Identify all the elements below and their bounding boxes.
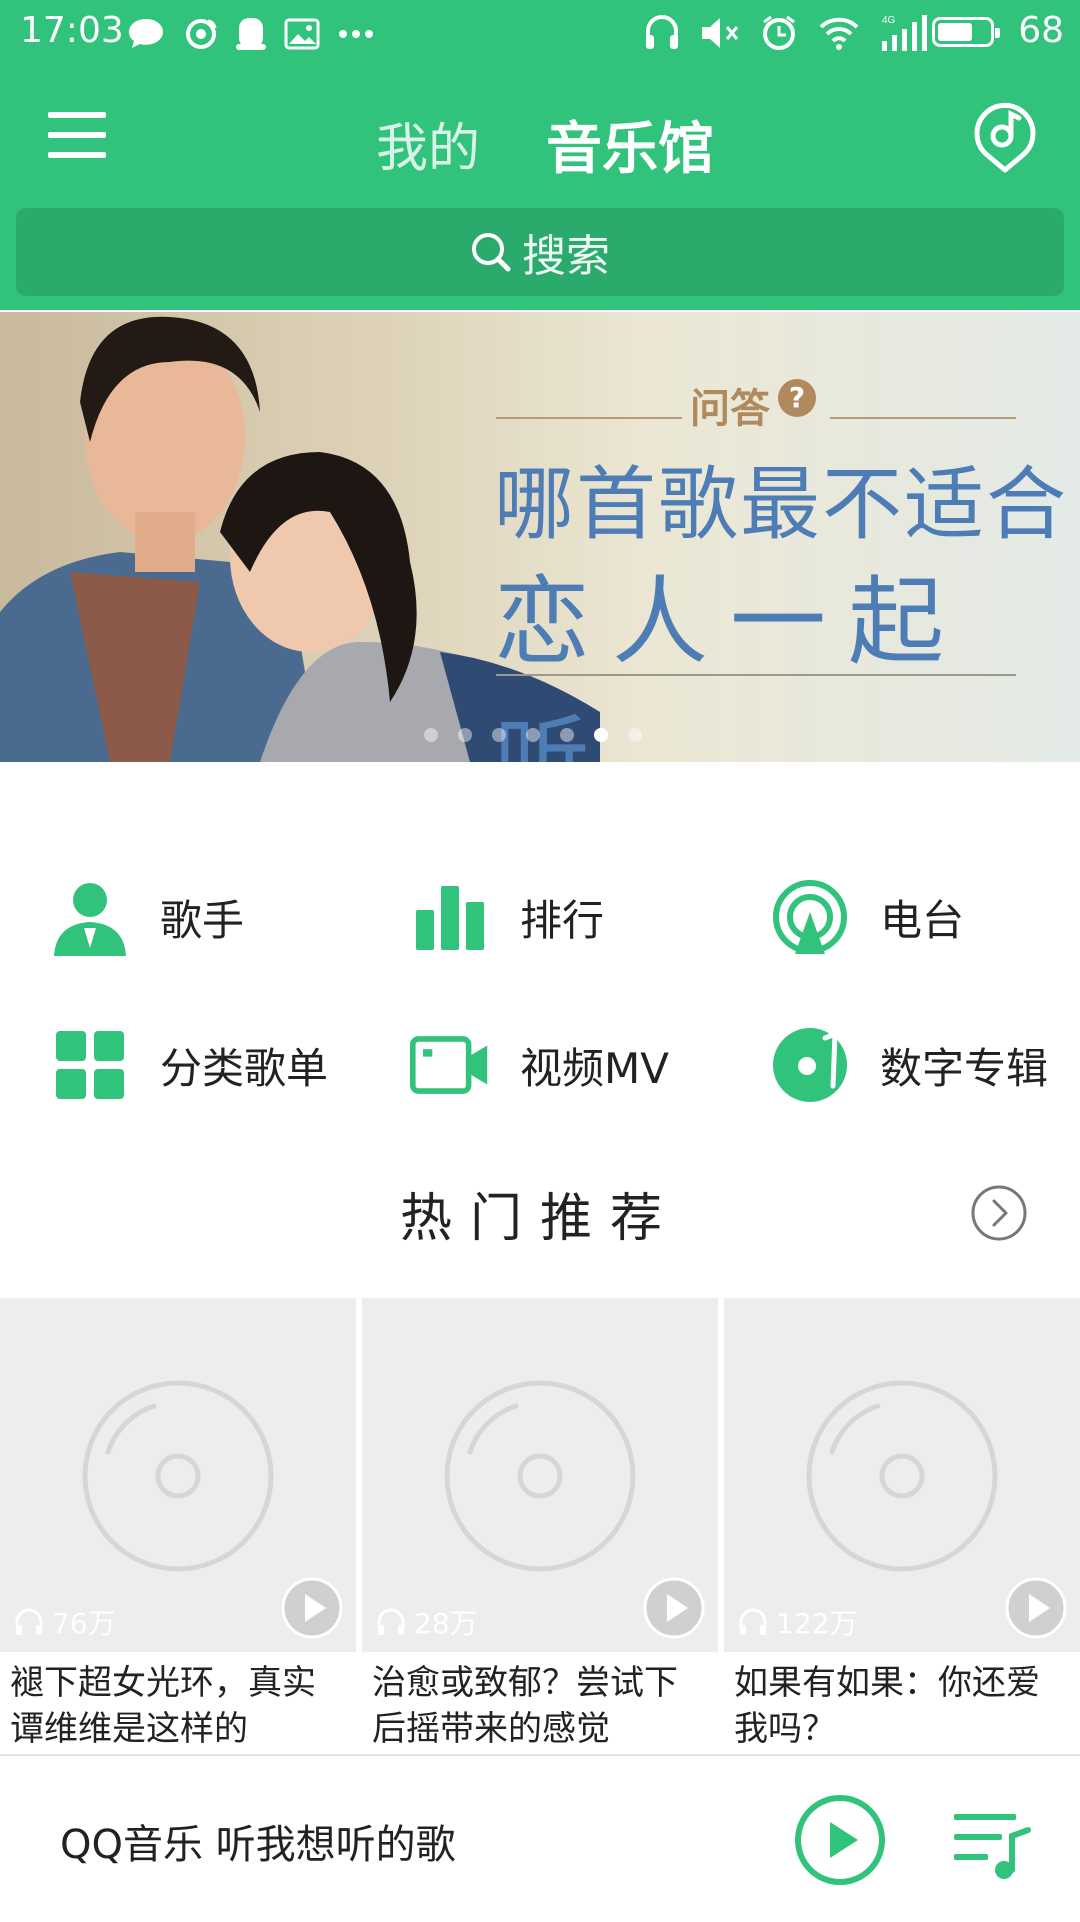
carousel-dot[interactable] [492,728,506,742]
tab-music-hall[interactable]: 音乐馆 [546,104,714,185]
carousel-dot[interactable] [458,728,472,742]
playlist-title: 褪下超女光环，真实谭维维是这样的 [10,1663,316,1749]
player-title: QQ音乐 听我想听的歌 [60,1822,456,1868]
playlist-title: 治愈或致郁？尝试下后摇带来的感觉 [372,1663,678,1749]
status-time: 17:03 [20,10,124,51]
carousel-dot[interactable] [628,728,642,742]
wifi-icon [819,17,859,50]
playlist-card[interactable]: 76万 褪下超女光环，真实谭维维是这样的 [0,1298,356,1752]
question-icon: ? [778,379,816,417]
play-count-text: 28万 [414,1607,478,1640]
category-label: 视频MV [520,1043,669,1093]
battery-icon [932,17,1000,47]
status-bar: 17:03 4G 68 [0,0,1080,66]
disc-placeholder-icon [806,1380,998,1572]
play-icon[interactable] [1004,1576,1068,1640]
category-ranking[interactable]: 排行 [410,872,604,962]
mute-icon [702,18,739,48]
tab-mine[interactable]: 我的 [376,106,480,181]
playlist-title: 如果有如果：你还爱我吗？ [734,1663,1040,1749]
playlist-card[interactable]: 122万 如果有如果：你还爱我吗？ [724,1298,1080,1752]
message-icon [129,19,163,48]
search-placeholder: 搜索 [522,231,610,282]
carousel-dot[interactable] [594,728,608,742]
mini-player[interactable]: QQ音乐 听我想听的歌 [0,1754,1080,1922]
battery-level: 68 [1018,10,1064,51]
search-input[interactable]: 搜索 [16,208,1064,296]
playlist-cover: 28万 [362,1298,718,1652]
play-count-text: 76万 [52,1607,116,1640]
category-digital-album[interactable]: 数字专辑 [770,1020,1048,1110]
search-icon [472,233,511,272]
qq-icon [236,18,266,50]
weibo-icon [186,19,217,49]
ranking-icon [416,886,484,950]
category-label: 分类歌单 [160,1043,329,1093]
category-video-mv[interactable]: 视频MV [410,1020,669,1110]
category-label: 歌手 [160,895,245,945]
music-recognition-icon[interactable] [972,102,1038,174]
play-button-icon[interactable] [794,1794,886,1886]
category-singer[interactable]: 歌手 [50,872,244,962]
app-header: 我的 音乐馆 搜索 [0,66,1080,310]
play-icon[interactable] [280,1576,344,1640]
menu-icon[interactable] [48,110,106,160]
disc-placeholder-icon [82,1380,274,1572]
signal-icon: 4G [882,15,927,51]
category-radio[interactable]: 电台 [770,872,964,962]
playlist-cover: 122万 [724,1298,1080,1652]
headphone-icon [739,1608,767,1635]
category-label: 排行 [520,895,605,945]
play-icon[interactable] [642,1576,706,1640]
category-grid: 歌手 排行 电台 分类歌单 视频MV 数字专辑 [0,762,1080,1122]
qa-divider-right [830,417,1016,419]
status-right-icons: 4G [644,10,930,56]
play-count: 76万 [14,1602,116,1642]
playlist-queue-icon[interactable] [952,1804,1032,1884]
chevron-right-icon[interactable] [970,1184,1028,1242]
carousel-dot[interactable] [424,728,438,742]
carousel-dot[interactable] [526,728,540,742]
section-title: 热门推荐 [399,1189,680,1249]
more-dots-icon [339,30,373,38]
carousel-indicator[interactable] [424,728,642,742]
play-count-text: 122万 [776,1607,858,1640]
singer-icon [54,883,126,956]
radio-icon [773,880,847,954]
banner-headline: 哪首歌最不适合 [494,458,1068,551]
category-grid-icon [56,1031,124,1099]
banner-divider [496,674,1016,676]
category-label: 数字专辑 [880,1043,1049,1093]
disc-placeholder-icon [444,1380,636,1572]
headphone-icon [646,15,678,49]
image-icon [284,18,320,50]
promo-banner[interactable]: 问答 ? 哪首歌最不适合 恋人一起听 [0,312,1080,762]
status-left-icons [126,12,374,56]
carousel-dot[interactable] [560,728,574,742]
qa-divider-left [496,417,682,419]
playlist-cover: 76万 [0,1298,356,1652]
headphone-icon [15,1608,43,1635]
category-label: 电台 [880,895,965,945]
play-count: 122万 [738,1602,857,1642]
alarm-icon [763,15,795,50]
qa-label: 问答 [690,386,770,432]
play-count: 28万 [376,1602,478,1642]
recommend-list: 76万 褪下超女光环，真实谭维维是这样的 28万 治愈或致郁？尝试下后摇带来的感… [0,1298,1080,1758]
category-playlists[interactable]: 分类歌单 [50,1020,328,1110]
svg-text:4G: 4G [882,15,896,26]
headphone-icon [377,1608,405,1635]
video-icon [410,1036,488,1094]
playlist-card[interactable]: 28万 治愈或致郁？尝试下后摇带来的感觉 [362,1298,718,1752]
digital-album-icon [773,1028,847,1102]
